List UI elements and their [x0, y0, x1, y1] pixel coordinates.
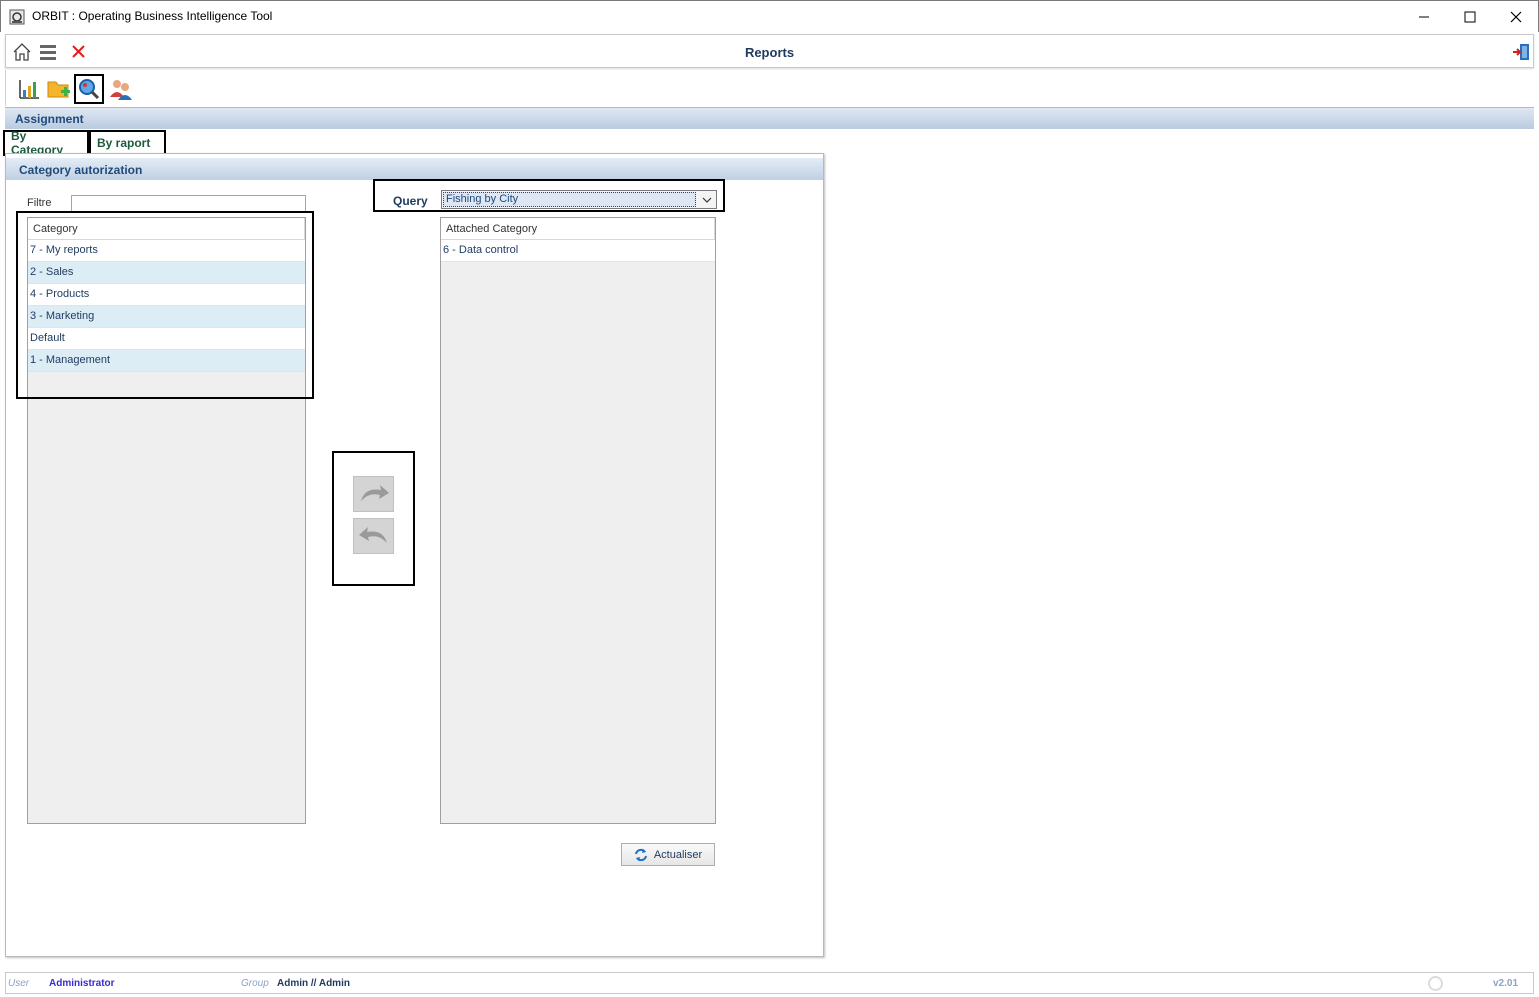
maximize-icon [1464, 11, 1476, 22]
main-toolbar [5, 70, 1534, 106]
move-buttons-group [332, 451, 415, 586]
list-item[interactable]: 3 - Marketing [28, 306, 305, 328]
folder-add-icon [47, 81, 70, 98]
list-item[interactable]: 2 - Sales [28, 262, 305, 284]
exit-icon[interactable] [1511, 42, 1531, 62]
version-label: v2.01 [1493, 978, 1519, 989]
attached-list-header: Attached Category [441, 218, 715, 240]
status-bar: User Administrator Group Admin // Admin … [5, 972, 1534, 994]
list-item[interactable]: 6 - Data control [441, 240, 715, 262]
panel-header: Category autorization [6, 158, 823, 180]
minimize-button[interactable] [1401, 1, 1447, 32]
query-group: Query Fishing by City [373, 179, 725, 212]
users-icon [110, 80, 132, 100]
maximize-button[interactable] [1447, 1, 1493, 32]
search-icon [79, 79, 100, 100]
group-value: Admin // Admin [277, 978, 350, 989]
close-icon [1510, 11, 1522, 22]
refresh-button[interactable]: Actualiser [621, 843, 715, 866]
chevron-down-icon [702, 197, 712, 203]
filter-label: Filtre [27, 197, 52, 209]
detach-button[interactable] [353, 518, 394, 554]
search-report-button[interactable] [74, 74, 104, 104]
minimize-icon [1419, 16, 1429, 17]
assignment-label: Assignment [15, 112, 84, 126]
panel-title: Category autorization [19, 163, 143, 177]
list-item[interactable]: 4 - Products [28, 284, 305, 306]
group-label: Group [241, 978, 269, 989]
chart-report-button[interactable] [14, 74, 44, 104]
filter-input[interactable] [71, 195, 306, 213]
list-item[interactable]: 7 - My reports [28, 240, 305, 262]
refresh-label: Actualiser [653, 848, 703, 861]
list-item[interactable]: Default [28, 328, 305, 350]
refresh-icon [634, 848, 647, 861]
category-list[interactable]: Category 7 - My reports 2 - Sales 4 - Pr… [27, 217, 306, 824]
user-label: User [8, 978, 30, 989]
query-label: Query [393, 194, 428, 208]
category-list-header: Category [28, 218, 305, 240]
arrow-right-icon [360, 485, 389, 501]
app-header: Reports [5, 34, 1534, 68]
window-titlebar: ORBIT : Operating Business Intelligence … [0, 0, 1539, 32]
query-select[interactable]: Fishing by City [441, 190, 717, 209]
assignment-band: Assignment [5, 107, 1534, 129]
close-window-button[interactable] [1493, 1, 1539, 32]
attached-category-list[interactable]: Attached Category 6 - Data control [440, 217, 716, 824]
list-item[interactable]: 1 - Management [28, 350, 305, 372]
user-value: Administrator [49, 978, 115, 989]
arrow-left-icon [358, 527, 387, 543]
loading-indicator [1428, 976, 1443, 991]
app-icon [9, 9, 25, 25]
page-title: Reports [744, 45, 795, 60]
attach-button[interactable] [353, 476, 394, 512]
tab-by-raport[interactable]: By raport [89, 130, 166, 155]
add-folder-button[interactable] [44, 74, 74, 104]
bar-chart-icon [19, 80, 39, 99]
users-button[interactable] [106, 74, 136, 104]
query-selected-value: Fishing by City [443, 192, 696, 207]
window-title: ORBIT : Operating Business Intelligence … [32, 9, 273, 23]
